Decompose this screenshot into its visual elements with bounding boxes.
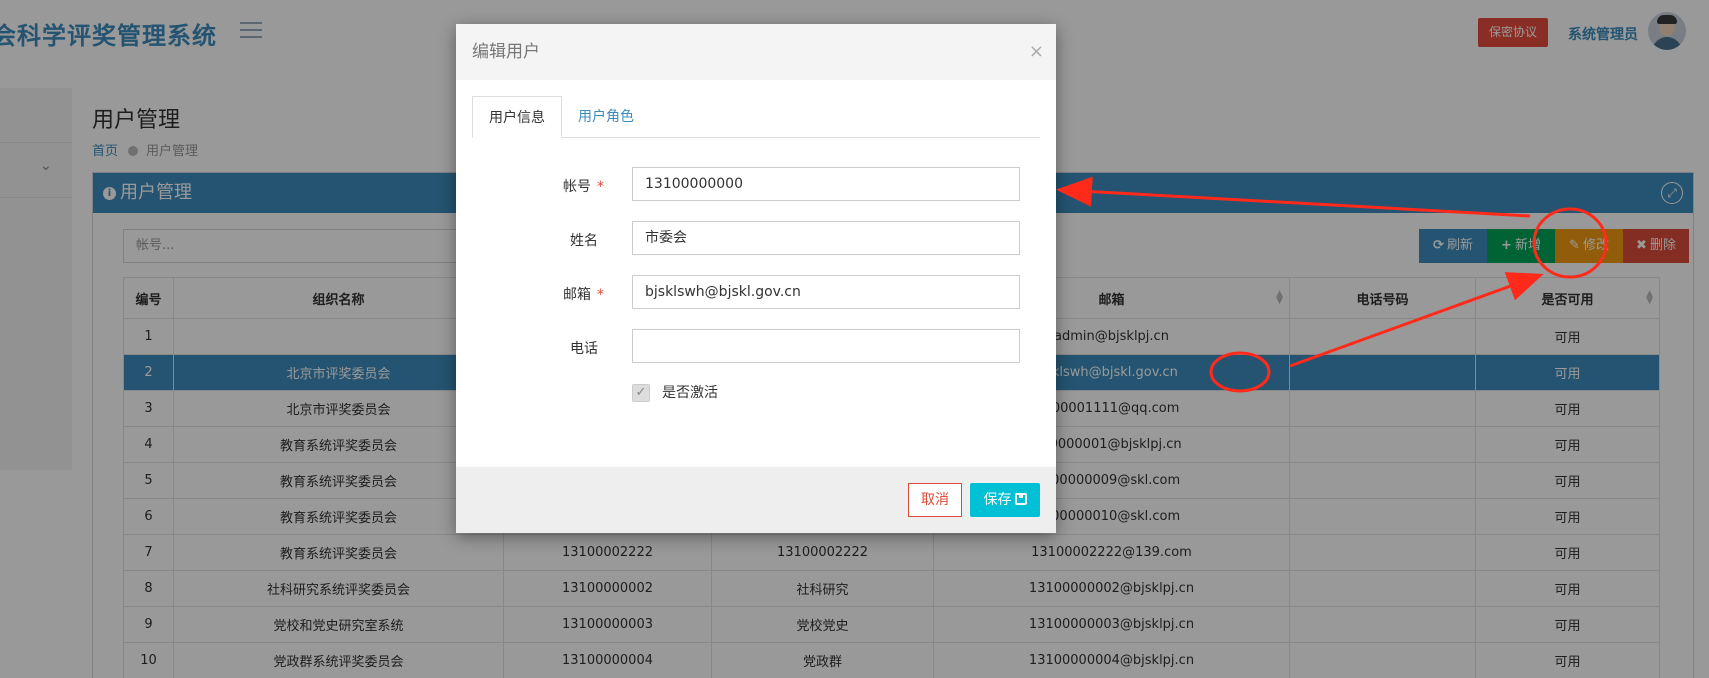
check-icon: ✓ [635,385,647,400]
close-icon[interactable]: × [1029,24,1044,80]
account-label: 帐号 * [563,179,604,195]
tab-user-roles[interactable]: 用户角色 [562,96,650,138]
active-checkbox[interactable]: ✓ [632,384,650,402]
dialog-footer: 取消 保存 [456,467,1056,533]
phone-field[interactable] [632,329,1020,363]
name-label: 姓名 [570,233,598,249]
name-field[interactable]: 市委会 [632,221,1020,255]
save-button[interactable]: 保存 [970,483,1040,517]
active-checkbox-label: 是否激活 [662,385,718,401]
dialog-header: 编辑用户 × [456,24,1056,80]
tab-user-info[interactable]: 用户信息 [472,96,562,138]
email-field[interactable]: bjsklswh@bjskl.gov.cn [632,275,1020,309]
dialog-title: 编辑用户 [472,42,540,62]
edit-user-dialog: 编辑用户 × 用户信息 用户角色 帐号 * 13100000000 姓名 市委会 … [456,24,1056,533]
email-label: 邮箱 * [563,287,604,303]
floppy-icon [1014,493,1027,505]
dialog-tabs: 用户信息 用户角色 [472,96,1040,138]
phone-label: 电话 [570,341,598,357]
required-mark: * [597,287,604,303]
cancel-button[interactable]: 取消 [908,483,962,517]
account-field[interactable]: 13100000000 [632,167,1020,201]
required-mark: * [597,179,604,195]
